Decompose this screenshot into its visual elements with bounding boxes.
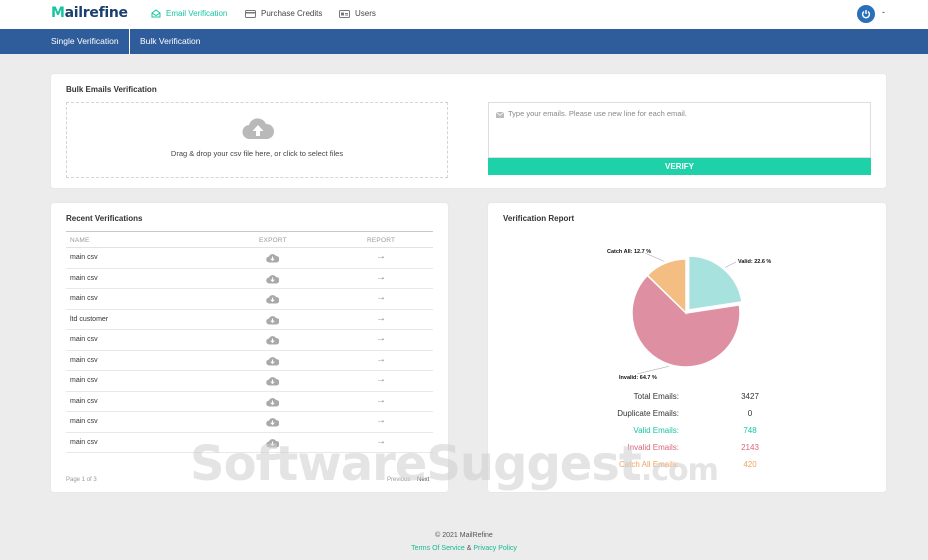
download-icon[interactable] [266,417,279,427]
stat-value: 420 [743,460,757,469]
envelope-icon [496,112,504,118]
cloud-upload-icon [242,118,275,140]
row-name: main csv [70,438,98,446]
nav-email-verification[interactable]: Email Verification [151,9,227,18]
table-row: main csv → [66,289,433,310]
stat-value: 0 [747,409,753,418]
table-row: ltd customer → [66,310,433,330]
recent-card-title: Recent Verifications [66,214,143,223]
watermark: SoftwareSuggest.com [190,436,719,492]
bulk-card-title: Bulk Emails Verification [66,85,157,94]
download-icon[interactable] [266,294,279,304]
privacy-link[interactable]: Privacy Policy [473,545,517,552]
tab-single-verification[interactable]: Single Verification [51,29,119,54]
arrow-right-icon[interactable]: → [376,416,386,426]
tab-divider [129,29,130,54]
verify-button[interactable]: VERIFY [488,158,871,175]
emails-textarea-box [488,102,871,158]
pie-label-catch-all: Catch All: 12.7 % [607,249,652,255]
verification-pie-chart [631,252,743,375]
arrow-right-icon[interactable]: → [376,272,386,283]
table-row: main csv → [66,269,433,289]
row-name: ltd customer [70,315,109,323]
power-icon [861,10,871,19]
nav-email-verification-label: Email Verification [166,9,228,18]
download-icon[interactable] [266,356,279,366]
stat-value: 748 [743,426,757,435]
row-name: main csv [70,274,98,282]
footer-copyright: © 2021 MailRefine [435,532,493,539]
user-menu[interactable]: - [882,7,885,17]
row-name: main csv [70,377,98,384]
stat-label: Total Emails: [633,392,679,401]
pie-label-valid: Valid: 22.6 % [738,259,772,265]
stat-value: 2143 [741,443,759,452]
arrow-right-icon[interactable]: → [376,354,386,365]
download-icon[interactable] [266,253,279,263]
arrow-right-icon[interactable]: → [376,252,386,262]
table-header: NAME EXPORT REPORT [66,231,433,248]
arrow-right-icon[interactable]: → [376,375,386,385]
download-icon[interactable] [266,335,279,345]
row-name: main csv [70,356,98,364]
arrow-right-icon[interactable]: → [376,293,386,303]
envelope-open-icon [151,9,161,18]
pie-slice-valid [687,255,743,311]
row-name: main csv [70,336,98,343]
page-info: Page 1 of 3 [66,477,97,483]
table-row: main csv → [66,330,433,351]
download-icon[interactable] [266,397,279,407]
column-name: NAME [70,237,90,244]
arrow-right-icon[interactable]: → [376,313,386,324]
table-row: main csv → [66,248,433,269]
emails-input[interactable] [508,109,863,153]
nav-purchase-credits-label: Purchase Credits [261,9,323,18]
column-export: EXPORT [259,237,287,244]
csv-dropzone[interactable]: Drag & drop your csv file here, or click… [66,102,448,178]
table-row: main csv → [66,412,433,433]
stat-label: Duplicate Emails: [617,409,679,418]
terms-link[interactable]: Terms Of Service [411,545,465,552]
pie-label-invalid: Invalid: 64.7 % [619,375,657,381]
credit-card-icon [245,9,256,18]
tab-bulk-verification[interactable]: Bulk Verification [140,29,200,54]
id-card-icon [339,9,350,18]
bulk-verification-card: Bulk Emails Verification Drag & drop you… [51,74,886,188]
power-button[interactable] [857,5,875,23]
arrow-right-icon[interactable]: → [376,334,386,344]
row-name: main csv [70,295,98,302]
row-name: main csv [70,254,98,261]
row-name: main csv [70,418,98,425]
sub-navigation: Single Verification Bulk Verification [0,29,928,54]
nav-users-label: Users [355,9,376,18]
footer-amp: & [466,545,472,552]
pie-leader-line [724,261,737,268]
top-bar: Mailrefine Email Verification Purchase C… [0,0,928,29]
table-row: main csv → [66,392,433,412]
download-icon[interactable] [266,274,279,284]
table-row: main csv → [66,371,433,392]
pie-leader-line [636,366,669,375]
arrow-right-icon[interactable]: → [376,395,386,406]
column-report: REPORT [367,237,396,244]
table-row: main csv → [66,351,433,371]
download-icon[interactable] [266,376,279,386]
logo[interactable]: Mailrefine [51,5,128,21]
nav-users[interactable]: Users [339,9,376,18]
row-name: main csv [70,397,98,405]
download-icon[interactable] [266,315,279,325]
stat-value: 3427 [741,392,759,401]
footer-links: Terms Of Service & Privacy Policy [0,545,928,552]
dropzone-text: Drag & drop your csv file here, or click… [170,149,344,158]
nav-purchase-credits[interactable]: Purchase Credits [245,9,322,18]
stat-label: Valid Emails: [633,426,679,435]
